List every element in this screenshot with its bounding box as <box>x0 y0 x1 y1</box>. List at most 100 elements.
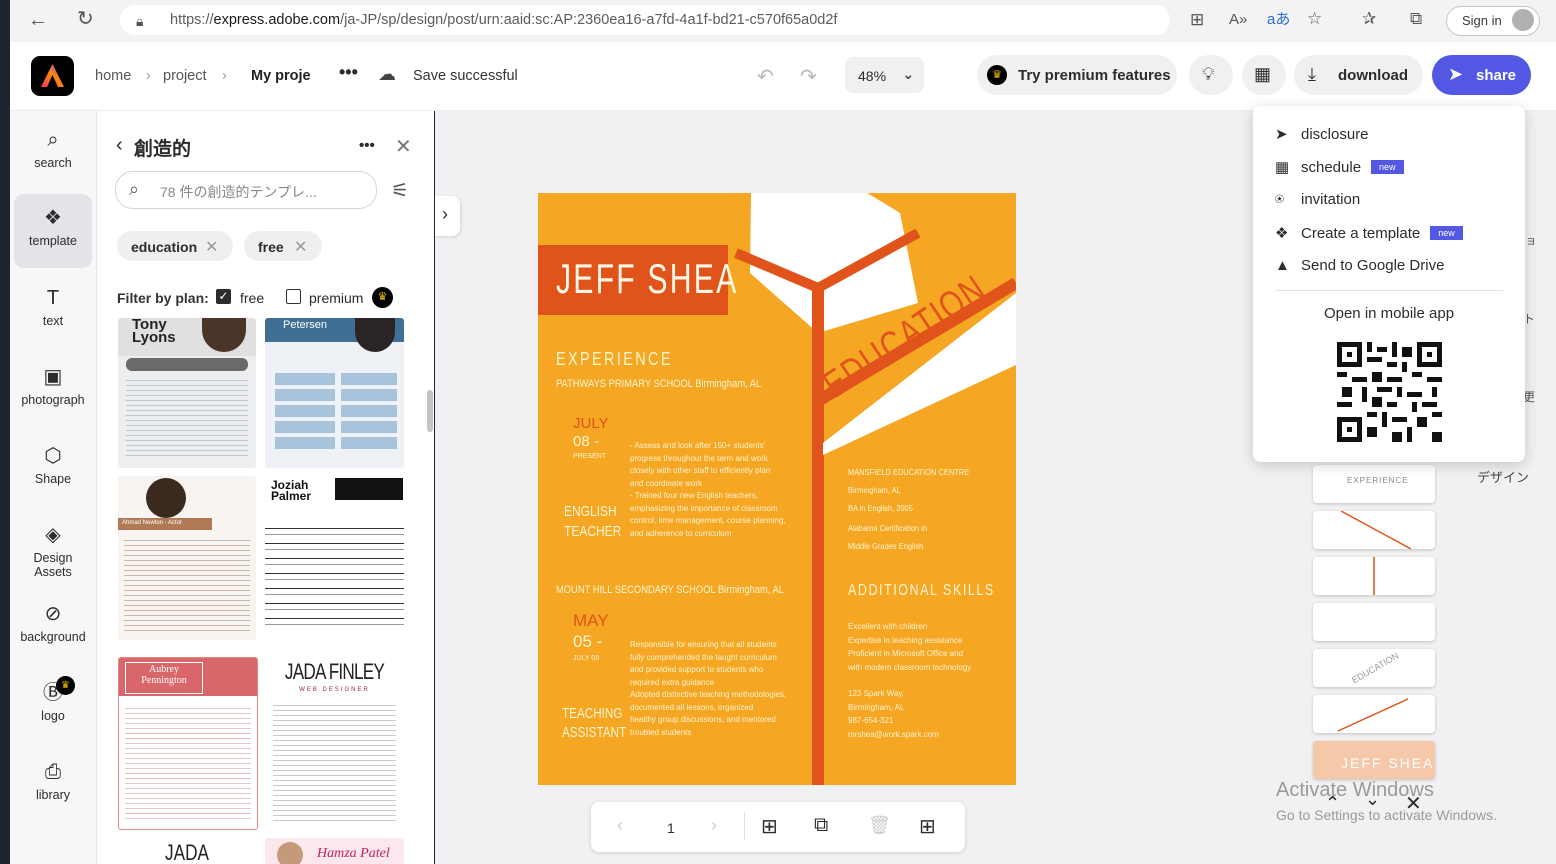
thumbnail-title: Hamza Patel <box>317 846 390 861</box>
logo-icon: Ⓑ <box>43 682 63 704</box>
rail-item-background[interactable]: ⊘ background <box>14 590 92 664</box>
panel-more-icon[interactable]: ••• <box>359 137 375 154</box>
menu-item-google-drive[interactable]: ▲ Send to Google Drive <box>1275 257 1444 274</box>
search-icon: ⌕ <box>129 179 140 199</box>
rail-item-search[interactable]: ⌕ search <box>14 116 92 190</box>
translate-icon[interactable]: aあ <box>1267 10 1290 30</box>
schedule-button[interactable]: ▦ <box>1242 55 1286 95</box>
page-thumbnail[interactable] <box>1313 557 1435 595</box>
poster-name: JEFF SHEA <box>556 255 739 302</box>
rail-item-template[interactable]: ❖ template <box>14 194 92 268</box>
chip-remove-icon[interactable]: ✕ <box>205 237 218 257</box>
page-thumbnail-label: EXPERIENCE <box>1347 476 1409 485</box>
chip-remove-icon[interactable]: ✕ <box>294 237 307 257</box>
menu-item-label: Send to Google Drive <box>1301 257 1445 274</box>
rail-item-shape[interactable]: ⬡ Shape <box>14 432 92 506</box>
avatar[interactable] <box>1512 9 1534 31</box>
resume-poster[interactable]: JEFF SHEA EDUCATION EXPERIENCE PATHWAYS … <box>538 193 1016 785</box>
library-icon: ⎙ <box>45 761 61 783</box>
undo-icon[interactable]: ↶ <box>757 64 774 89</box>
url-text[interactable]: https://express.adobe.com/ja-JP/sp/desig… <box>170 12 837 28</box>
grid-icon[interactable]: ⊞ <box>1190 10 1204 30</box>
back-chevron-icon[interactable]: ‹ <box>116 134 123 157</box>
rail-item-design-assets[interactable]: ◈ Design Assets <box>14 511 92 585</box>
chip-label: education <box>131 239 198 255</box>
search-placeholder: 78 件の創造的テンプレ... <box>160 184 317 200</box>
close-icon[interactable]: ✕ <box>395 134 412 159</box>
template-thumbnail[interactable]: JADA FINLEY <box>118 838 256 864</box>
chip-free[interactable]: free ✕ <box>244 231 322 261</box>
rail-item-photograph[interactable]: ▣ photograph <box>14 353 92 427</box>
text-icon: T <box>46 287 60 309</box>
rail-item-library[interactable]: ⎙ library <box>14 748 92 822</box>
prev-page-icon[interactable]: ‹ <box>617 815 623 836</box>
more-options-icon[interactable]: ••• <box>339 62 358 83</box>
rail-label: Design Assets <box>33 551 73 579</box>
page-thumbnail-label: EDUCATION <box>1350 650 1401 686</box>
breadcrumb-home[interactable]: home <box>95 68 131 84</box>
poster-role-1: TEACHER <box>564 523 622 540</box>
thumbnail-title: Petersen <box>283 319 328 331</box>
grid-view-icon[interactable]: ⊞ <box>919 814 936 839</box>
read-aloud-icon[interactable]: A» <box>1229 10 1247 30</box>
template-thumbnail[interactable]: Petersen <box>265 318 404 468</box>
page-thumbnail[interactable]: JEFF SHEA <box>1313 741 1435 779</box>
chip-education[interactable]: education ✕ <box>117 231 233 261</box>
template-search-input[interactable]: ⌕ 78 件の創造的テンプレ... <box>115 171 377 209</box>
lock-icon[interactable]: 🔒︎ <box>136 11 143 31</box>
free-checkbox[interactable]: ✓ <box>216 289 231 304</box>
page-thumbnail[interactable]: EXPERIENCE <box>1313 465 1435 503</box>
breadcrumb-project[interactable]: project <box>163 68 207 84</box>
menu-item-invitation[interactable]: ⍟ invitation <box>1275 191 1360 208</box>
template-thumbnail[interactable]: Ahmad Newton - Actor <box>118 476 256 640</box>
template-thumbnail[interactable]: JADA FINLEY WEB DESIGNER <box>265 657 404 828</box>
page-thumbnail[interactable] <box>1313 510 1435 550</box>
adobe-express-logo[interactable] <box>31 56 74 96</box>
menu-item-disclosure[interactable]: ➤ disclosure <box>1275 125 1369 143</box>
collapse-panel-button[interactable]: › <box>435 196 460 236</box>
collections-icon[interactable]: ⧉ <box>1410 9 1422 29</box>
favorite-add-icon[interactable]: ☆ <box>1307 9 1322 29</box>
rail-item-logo[interactable]: Ⓑlogo <box>14 669 92 743</box>
template-thumbnail[interactable]: Joziah Palmer <box>265 476 404 640</box>
design-tab-label[interactable]: デザイン <box>1477 467 1529 486</box>
poster-education-details: MANSFIELD EDUCATION CENTRE Birmingham, AL… <box>848 467 970 551</box>
lightbulb-icon: 💡︎ <box>1202 64 1215 84</box>
zoom-dropdown[interactable]: 48% ⌄ <box>845 57 924 93</box>
page-thumbnail[interactable] <box>1313 695 1435 733</box>
back-icon[interactable]: ← <box>28 10 48 30</box>
menu-item-schedule[interactable]: ▦ schedule new <box>1275 158 1404 176</box>
cloud-icon: ☁ <box>378 64 396 84</box>
breadcrumb-current[interactable]: My proje <box>251 68 311 84</box>
filter-sliders-icon[interactable]: ⚟ <box>391 178 409 203</box>
rail-label: Shape <box>34 472 72 486</box>
template-thumbnail[interactable]: Tony Lyons <box>118 318 256 468</box>
next-page-icon[interactable]: › <box>711 815 717 836</box>
ideas-button[interactable]: 💡︎ <box>1189 55 1233 95</box>
reload-icon[interactable]: ↻ <box>77 9 94 29</box>
template-icon: ❖ <box>44 207 62 229</box>
try-premium-button[interactable]: ♛ Try premium features <box>977 55 1177 95</box>
page-thumbnail[interactable] <box>1313 603 1435 641</box>
download-icon: ⤓ <box>1308 64 1316 84</box>
delete-page-icon[interactable]: 🗑︎ <box>868 815 891 836</box>
page-thumbnail[interactable]: EDUCATION <box>1313 649 1435 687</box>
search-icon: ⌕ <box>47 129 59 151</box>
duplicate-page-icon[interactable]: ⧉ <box>814 814 828 837</box>
download-label: download <box>1338 67 1408 84</box>
thumbnail-title: JADA FINLEY <box>284 659 385 684</box>
favorites-icon[interactable]: ✰ <box>1362 9 1376 29</box>
add-page-icon[interactable]: ⊞ <box>761 814 778 839</box>
premium-checkbox[interactable] <box>286 289 301 304</box>
breadcrumb-separator-icon: › <box>222 68 227 84</box>
template-thumbnail[interactable]: Aubrey Pennington <box>118 657 258 830</box>
template-thumbnail[interactable]: Hamza Patel <box>265 838 404 864</box>
menu-item-create-template[interactable]: ❖ Create a template new <box>1275 224 1463 242</box>
chip-label: free <box>258 239 284 255</box>
share-button[interactable]: ➤ share <box>1432 55 1531 95</box>
rail-item-text[interactable]: Ttext <box>14 274 92 348</box>
redo-icon[interactable]: ↷ <box>800 64 817 89</box>
panel-scrollbar[interactable] <box>427 390 433 432</box>
download-button[interactable]: ⤓ download <box>1294 55 1423 95</box>
page-number: 1 <box>667 820 675 836</box>
